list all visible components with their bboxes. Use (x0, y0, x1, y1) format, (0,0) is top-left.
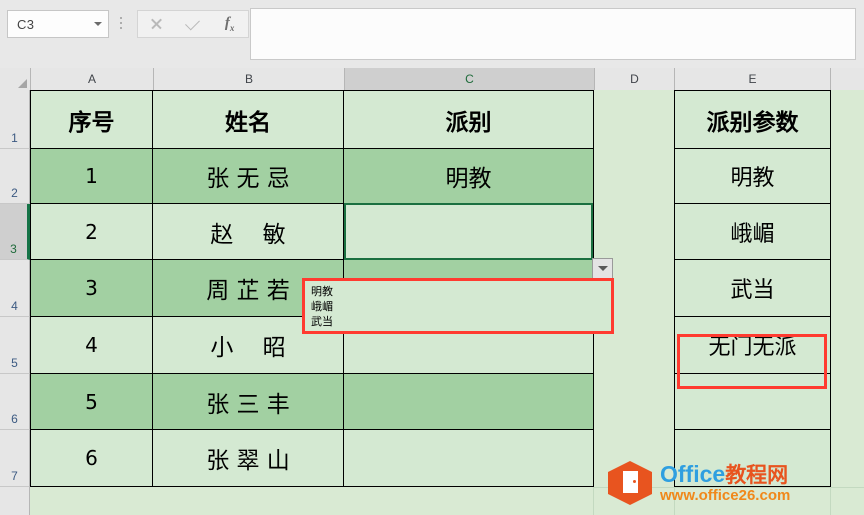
watermark: Office教程网 www.office26.com (608, 458, 858, 508)
watermark-brand-en: Office (660, 461, 726, 487)
row-header-2[interactable]: 2 (0, 149, 30, 204)
insert-function-button[interactable]: fx (215, 12, 245, 36)
watermark-url: www.office26.com (660, 487, 791, 504)
row-header-7[interactable]: 7 (0, 430, 30, 487)
cell-a3[interactable]: 2 (30, 203, 153, 260)
vertical-dots-icon (116, 14, 126, 32)
cell-e3[interactable]: 峨嵋 (674, 203, 831, 260)
cell-a2[interactable]: 1 (30, 148, 153, 204)
dropdown-arrow-icon (597, 266, 608, 271)
select-all-corner[interactable] (0, 68, 31, 91)
cell-b6[interactable]: 张 三 丰 (152, 373, 344, 430)
sheet-surface: 序号 姓名 派别 派别参数 1 张 无 忌 明教 明教 2 赵 敏 峨嵋 3 周… (30, 90, 864, 515)
cell-e4[interactable]: 武当 (674, 259, 831, 317)
active-cell-outline (344, 203, 593, 260)
row-header-5[interactable]: 5 (0, 317, 30, 374)
name-box[interactable]: C3 (7, 10, 109, 38)
confirm-formula-button[interactable] (178, 12, 208, 36)
watermark-brand-cn: 教程网 (725, 463, 789, 487)
column-header-f[interactable] (831, 68, 864, 91)
cell-b2[interactable]: 张 无 忌 (152, 148, 344, 204)
column-header-d[interactable]: D (595, 68, 675, 91)
cell-b1[interactable]: 姓名 (152, 90, 344, 149)
chevron-down-icon[interactable] (88, 11, 108, 37)
row-header-3[interactable]: 3 (0, 204, 30, 260)
name-box-value: C3 (17, 16, 35, 32)
row-header-column: 1 2 3 4 5 6 7 (0, 90, 30, 515)
data-validation-dropdown-list[interactable]: 明教 峨嵋 武当 (302, 278, 614, 334)
cell-a5[interactable]: 4 (30, 316, 153, 374)
cell-a4[interactable]: 3 (30, 259, 153, 317)
cell-e5[interactable]: 无门无派 (674, 316, 831, 374)
column-header-b[interactable]: B (154, 68, 345, 91)
cell-b7[interactable]: 张 翠 山 (152, 429, 344, 487)
row-header-1[interactable]: 1 (0, 90, 30, 149)
dropdown-option-0[interactable]: 明教 (311, 284, 605, 299)
formula-input[interactable] (250, 8, 856, 60)
office-hexagon-icon (608, 459, 654, 507)
cell-c7[interactable] (343, 429, 594, 487)
column-header-a[interactable]: A (31, 68, 154, 91)
cell-a1[interactable]: 序号 (30, 90, 153, 149)
data-validation-dropdown-button[interactable] (592, 258, 613, 279)
cell-c1[interactable]: 派别 (343, 90, 594, 149)
cell-e1[interactable]: 派别参数 (674, 90, 831, 149)
column-header-e[interactable]: E (675, 68, 831, 91)
row-header-6[interactable]: 6 (0, 374, 30, 430)
cell-c6[interactable] (343, 373, 594, 430)
row-header-8[interactable] (0, 487, 30, 515)
dropdown-option-2[interactable]: 武当 (311, 314, 605, 329)
cell-a7[interactable]: 6 (30, 429, 153, 487)
formula-buttons-group: fx (137, 10, 249, 38)
formula-bar-area: C3 fx (0, 0, 864, 68)
cell-e6[interactable] (674, 373, 831, 430)
watermark-brand: Office教程网 (660, 462, 790, 487)
cancel-formula-button[interactable] (141, 12, 171, 36)
column-header-c[interactable]: C (345, 68, 595, 92)
select-all-triangle-icon (18, 79, 27, 88)
cell-c2[interactable]: 明教 (343, 148, 594, 204)
cell-b3[interactable]: 赵 敏 (152, 203, 344, 260)
cell-e2[interactable]: 明教 (674, 148, 831, 204)
row-header-4[interactable]: 4 (0, 260, 30, 317)
cell-a6[interactable]: 5 (30, 373, 153, 430)
dropdown-option-1[interactable]: 峨嵋 (311, 299, 605, 314)
spreadsheet-grid: A B C D E 1 2 3 4 5 6 7 序号 姓名 派别 派别参数 1 … (0, 68, 864, 515)
